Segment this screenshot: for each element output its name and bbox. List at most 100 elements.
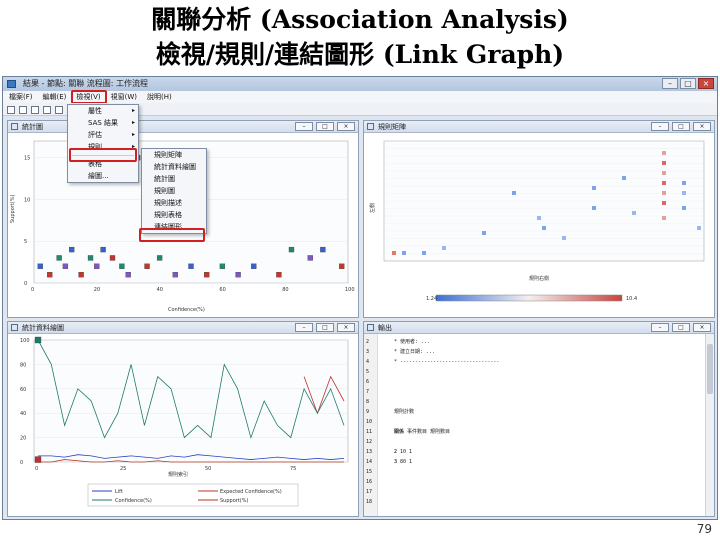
panel-header: 規則矩陣 – □ × — [364, 121, 714, 133]
menu-window[interactable]: 視窗(W) — [109, 91, 139, 103]
line-number: 4 — [366, 359, 370, 365]
panel-minimize-button[interactable]: – — [651, 323, 669, 332]
panel-title: 規則矩陣 — [378, 123, 406, 131]
panel-close-button[interactable]: × — [337, 122, 355, 131]
line-number: 8 — [366, 399, 370, 405]
matrix-cell — [662, 171, 666, 175]
line-number: 7 — [366, 389, 370, 395]
menu-item-label: 繪圖... — [88, 172, 109, 180]
output-panel: 輸出 – □ × 2 3 4 5 6 7 8 9 10 11 12 13 14 15 16 17 18 * 使用者… — [363, 321, 715, 517]
menu-item-label: 屬性 — [88, 107, 102, 115]
legend-label: Lift — [115, 489, 123, 495]
matrix-cell — [402, 251, 406, 255]
line-number: 6 — [366, 379, 370, 385]
scatter-point — [307, 255, 313, 261]
legend-label: Expected Confidence(%) — [220, 489, 282, 495]
y-tick-label: 100 — [20, 338, 30, 344]
output-line: * 使用者: ... — [394, 339, 431, 345]
submenu-item-rule-matrix[interactable]: 規則矩陣 — [142, 149, 206, 161]
panel-close-button[interactable]: × — [337, 323, 355, 332]
line-number: 16 — [366, 479, 373, 485]
submenu-item-rule-description[interactable]: 規則描述 — [142, 197, 206, 209]
matrix-cell — [422, 251, 426, 255]
panel-maximize-button[interactable]: □ — [316, 323, 334, 332]
panel-close-button[interactable]: × — [693, 323, 711, 332]
scrollbar-thumb[interactable] — [707, 344, 713, 394]
line-number: 3 — [366, 349, 370, 355]
maximize-button[interactable]: □ — [680, 78, 696, 89]
menu-item-assessment[interactable]: 評估 ▸ — [68, 129, 138, 141]
matrix-cell — [682, 206, 686, 210]
submenu-item-rule-table[interactable]: 規則表格 — [142, 209, 206, 221]
matrix-cell — [697, 226, 701, 230]
panel-header: 統計圖 – □ × — [8, 121, 358, 133]
submenu-item-rule-chart[interactable]: 規則圖 — [142, 185, 206, 197]
panel-maximize-button[interactable]: □ — [672, 323, 690, 332]
menu-file[interactable]: 檔案(F) — [7, 91, 35, 103]
menu-view-highlight — [71, 90, 107, 104]
line-number: 11 — [366, 429, 373, 435]
y-axis-label: Support(%) — [10, 195, 16, 223]
close-button[interactable]: × — [698, 78, 714, 89]
vertical-scrollbar[interactable] — [705, 334, 714, 516]
x-axis-label: 規則索引 — [168, 471, 188, 478]
line-number: 2 — [366, 339, 370, 345]
line-number: 18 — [366, 499, 373, 505]
matrix-cell — [537, 216, 541, 220]
save-icon[interactable] — [19, 106, 27, 114]
panel-minimize-button[interactable]: – — [651, 122, 669, 131]
matrix-cell — [632, 211, 636, 215]
matrix-cell — [542, 226, 546, 230]
open-icon[interactable] — [7, 106, 15, 114]
panel-maximize-button[interactable]: □ — [672, 122, 690, 131]
scatter-point — [235, 271, 241, 278]
rule-matrix-panel: 規則矩陣 – □ × 左側 規則右側 1.24 10.4 — [363, 120, 715, 318]
submenu-item-stats-plot[interactable]: 統計資料繪圖 — [142, 161, 206, 173]
print-icon[interactable] — [31, 106, 39, 114]
line-number: 17 — [366, 489, 373, 495]
matrix-cell — [392, 251, 396, 255]
output-table-row: 3 80 1 — [394, 459, 413, 465]
panel-minimize-button[interactable]: – — [295, 122, 313, 131]
minimize-button[interactable]: – — [662, 78, 678, 89]
matrix-cell — [592, 206, 596, 210]
panel-minimize-button[interactable]: – — [295, 323, 313, 332]
y-tick-label: 0 — [24, 281, 27, 287]
scatter-point — [172, 271, 178, 278]
scatter-point — [125, 271, 131, 278]
app-window: 結果 - 節點: 關聯 流程圖: 工作流程 – □ × 檔案(F) 編輯(E) … — [2, 76, 718, 520]
output-table-header: 關係 事件數目 規則數目 — [394, 429, 451, 435]
panel-maximize-button[interactable]: □ — [316, 122, 334, 131]
scatter-point — [144, 263, 150, 269]
output-text-area[interactable]: 2 3 4 5 6 7 8 9 10 11 12 13 14 15 16 17 18 * 使用者: ... * 建立… — [364, 334, 714, 516]
menu-help[interactable]: 說明(H) — [145, 91, 174, 103]
scatter-point — [251, 263, 257, 269]
menu-item-properties[interactable]: 屬性 ▸ — [68, 105, 138, 117]
x-tick-label: 50 — [205, 466, 211, 472]
panel-title: 統計資料繪圖 — [22, 324, 64, 332]
x-tick-label: 20 — [94, 287, 100, 293]
panel-icon — [11, 324, 18, 331]
data-point-marker — [34, 456, 42, 463]
line-chart: 規則索引 Lift Expected Confidence(%) Confide… — [20, 336, 349, 507]
scatter-point — [156, 255, 163, 261]
menubar: 檔案(F) 編輯(E) 檢視(V) 視窗(W) 說明(H) — [3, 91, 717, 103]
scatter-point — [109, 255, 116, 261]
submenu-item-stats-chart[interactable]: 統計圖 — [142, 173, 206, 185]
menu-item-sas-results[interactable]: SAS 結果 ▸ — [68, 117, 138, 129]
scatter-point — [339, 263, 345, 269]
line-number: 13 — [366, 449, 373, 455]
rules-item-highlight — [69, 148, 137, 162]
panel-close-button[interactable]: × — [693, 122, 711, 131]
panel-title: 輸出 — [378, 324, 392, 332]
slide-title: 關聯分析 (Association Analysis) 檢視/規則/連結圖形 (… — [0, 2, 720, 72]
menu-edit[interactable]: 編輯(E) — [41, 91, 69, 103]
color-legend-bar — [435, 294, 623, 302]
refresh-icon[interactable] — [55, 106, 63, 114]
copy-icon[interactable] — [43, 106, 51, 114]
x-tick-label: 40 — [157, 287, 163, 293]
menu-item-plot[interactable]: 繪圖... — [68, 170, 138, 182]
line-number: 9 — [366, 409, 370, 415]
scatter-point — [37, 263, 43, 269]
panel-icon — [367, 123, 374, 130]
